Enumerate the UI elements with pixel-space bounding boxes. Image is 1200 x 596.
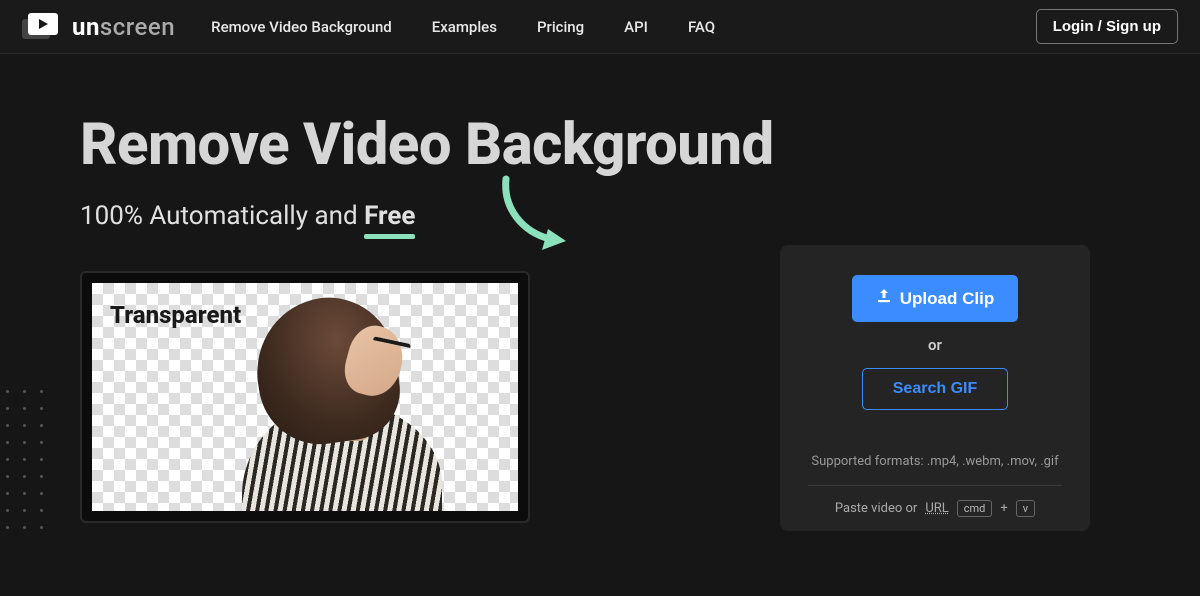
nav-faq[interactable]: FAQ bbox=[688, 18, 715, 36]
decorative-dots bbox=[0, 390, 50, 590]
kbd-cmd: cmd bbox=[957, 500, 993, 517]
upload-icon bbox=[876, 288, 892, 309]
kbd-v: v bbox=[1016, 500, 1035, 517]
site-header: unscreen Remove Video Background Example… bbox=[0, 0, 1200, 54]
hero-subtitle: 100% Automatically and Free bbox=[80, 201, 1120, 231]
supported-formats: Supported formats: .mp4, .webm, .mov, .g… bbox=[808, 454, 1062, 469]
paste-hint: Paste video or URL cmd + v bbox=[808, 485, 1062, 531]
preview-label: Transparent bbox=[110, 301, 241, 329]
nav-pricing[interactable]: Pricing bbox=[537, 18, 584, 36]
paste-url-link[interactable]: URL bbox=[925, 501, 948, 516]
brand-name: unscreen bbox=[72, 13, 175, 41]
or-divider: or bbox=[808, 336, 1062, 354]
video-preview-frame: Transparent bbox=[80, 271, 530, 523]
login-signup-button[interactable]: Login / Sign up bbox=[1036, 9, 1178, 44]
transparency-canvas: Transparent bbox=[92, 283, 518, 511]
play-card-icon bbox=[22, 13, 62, 41]
nav-remove-bg[interactable]: Remove Video Background bbox=[211, 18, 392, 36]
hero-title: Remove Video Background bbox=[80, 114, 1120, 177]
brand-logo[interactable]: unscreen bbox=[22, 13, 175, 41]
nav-examples[interactable]: Examples bbox=[432, 18, 497, 36]
primary-nav: Remove Video Background Examples Pricing… bbox=[211, 18, 715, 36]
upload-panel: Upload Clip or Search GIF Supported form… bbox=[780, 245, 1090, 531]
upload-button-label: Upload Clip bbox=[900, 289, 994, 309]
upload-clip-button[interactable]: Upload Clip bbox=[852, 275, 1018, 322]
search-gif-button[interactable]: Search GIF bbox=[862, 368, 1008, 410]
sample-person-cutout bbox=[212, 296, 452, 511]
hero-free-emphasis: Free bbox=[364, 201, 415, 231]
nav-api[interactable]: API bbox=[624, 18, 648, 36]
arrow-icon bbox=[488, 174, 573, 259]
